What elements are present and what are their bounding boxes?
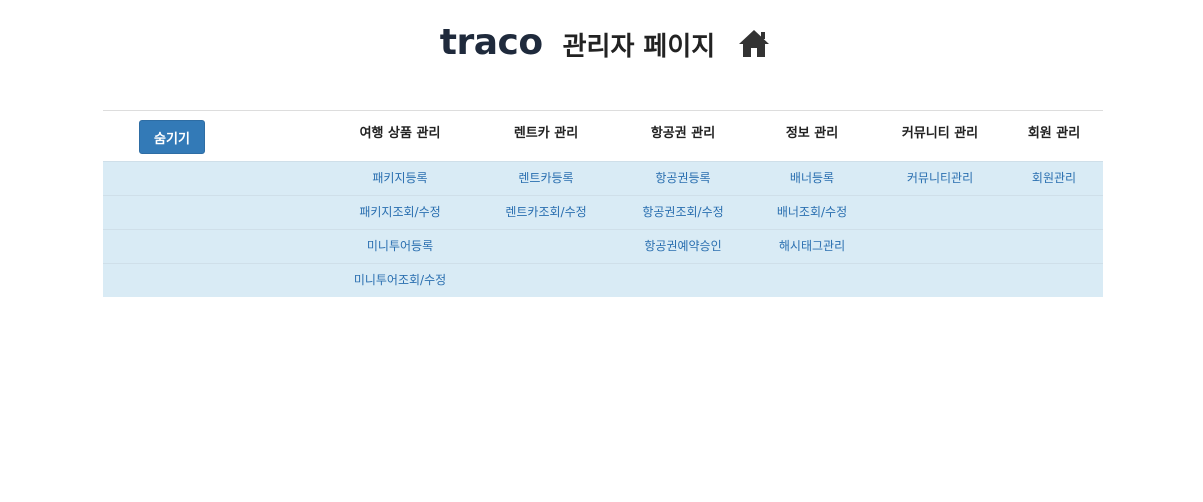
submenu-row: 미니투어조회/수정 xyxy=(103,264,1103,297)
submenu-minitour-register[interactable]: 미니투어등록 xyxy=(300,230,500,263)
submenu-minitour-edit[interactable]: 미니투어조회/수정 xyxy=(300,264,500,297)
submenu-hashtag-manage[interactable]: 해시태그관리 xyxy=(712,230,912,263)
admin-menu: 숨기기 여행 상품 관리 렌트카 관리 항공권 관리 정보 관리 커뮤니티 관리… xyxy=(103,110,1103,297)
submenu-row: 미니투어등록 항공권예약승인 해시태그관리 xyxy=(103,230,1103,264)
page-header: traco 관리자 페이지 xyxy=(0,22,1203,72)
traco-logo[interactable]: traco xyxy=(440,25,543,61)
page-title: 관리자 페이지 xyxy=(562,32,716,62)
submenu-row: 패키지조회/수정 렌트카조회/수정 항공권조회/수정 배너조회/수정 xyxy=(103,196,1103,230)
home-icon[interactable] xyxy=(737,26,771,60)
submenu-banner-edit[interactable]: 배너조회/수정 xyxy=(712,196,912,229)
menu-members[interactable]: 회원 관리 xyxy=(1004,111,1104,161)
header-inner: traco 관리자 페이지 xyxy=(440,25,771,62)
submenu-row: 패키지등록 렌트카등록 항공권등록 배너등록 커뮤니티관리 회원관리 xyxy=(103,162,1103,196)
hide-menu-button[interactable]: 숨기기 xyxy=(139,120,205,154)
submenu-member-manage[interactable]: 회원관리 xyxy=(1004,162,1104,195)
menu-header-row: 숨기기 여행 상품 관리 렌트카 관리 항공권 관리 정보 관리 커뮤니티 관리… xyxy=(103,111,1103,162)
